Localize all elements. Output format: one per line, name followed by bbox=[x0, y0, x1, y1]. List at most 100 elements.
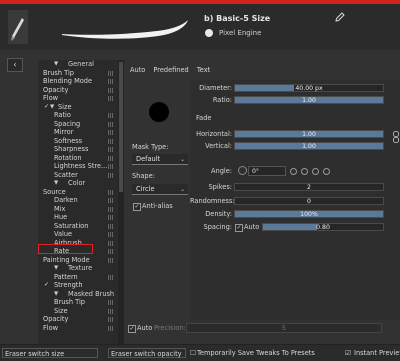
tree-item-label: Strength bbox=[54, 281, 83, 289]
tree-item-label: Texture bbox=[68, 264, 93, 272]
curve-indicator-icon bbox=[108, 198, 114, 203]
spacing-auto-checkbox[interactable]: ✓ bbox=[235, 224, 243, 232]
spikes-value: 2 bbox=[307, 184, 311, 191]
anti-alias-checkbox[interactable]: ✓ bbox=[133, 203, 141, 211]
curve-indicator-icon bbox=[108, 130, 114, 135]
ratio-label: Ratio: bbox=[212, 96, 232, 104]
preset-name[interactable]: b) Basic-5 Size bbox=[204, 14, 270, 23]
angle-dial[interactable] bbox=[238, 166, 247, 175]
curve-indicator-icon bbox=[108, 147, 114, 152]
horizontal-value: 1.00 bbox=[302, 131, 316, 138]
rotate-ccw-icon[interactable] bbox=[290, 168, 297, 175]
tree-item-label: Brush Tip bbox=[43, 68, 74, 77]
flip-icon[interactable] bbox=[312, 168, 319, 175]
eraser-switch-size-toggle[interactable]: Eraser switch size bbox=[2, 348, 98, 358]
curve-indicator-icon bbox=[108, 223, 114, 229]
expand-arrow-icon[interactable]: ▼ bbox=[54, 60, 58, 69]
precision-slider[interactable]: 5 bbox=[186, 323, 382, 333]
mask-type-select[interactable]: Default ⌄ bbox=[132, 154, 188, 165]
brush-stroke-preview bbox=[62, 20, 188, 39]
tree-scrollbar-thumb[interactable] bbox=[119, 62, 123, 192]
diameter-slider[interactable]: 40.00 px bbox=[234, 84, 384, 92]
curve-indicator-icon bbox=[108, 155, 114, 161]
ratio-value: 1.00 bbox=[302, 97, 316, 104]
diameter-label: Diameter: bbox=[199, 84, 232, 92]
brush-dab-preview bbox=[149, 102, 169, 122]
spacing-slider[interactable]: 0.80 bbox=[262, 223, 384, 231]
pencil-icon[interactable] bbox=[334, 11, 346, 23]
tree-item-label: Opacity bbox=[43, 85, 69, 94]
fade-label: Fade bbox=[196, 114, 212, 122]
expand-arrow-icon[interactable]: ▼ bbox=[54, 264, 58, 273]
tree-item-label: Darken bbox=[54, 196, 78, 204]
tree-scrollbar[interactable] bbox=[118, 60, 124, 360]
curve-indicator-icon bbox=[108, 308, 114, 314]
precision-value: 5 bbox=[282, 325, 286, 332]
eraser-switch-opacity-toggle[interactable]: Eraser switch opacity bbox=[108, 348, 186, 358]
tree-item-label: Spacing bbox=[54, 119, 81, 128]
chain-link-icon[interactable] bbox=[393, 131, 399, 143]
preset-header: b) Basic-5 Size Pixel Engine bbox=[0, 4, 400, 50]
curve-indicator-icon bbox=[108, 121, 114, 127]
shape-value: Circle bbox=[136, 185, 155, 193]
vertical-value: 1.00 bbox=[302, 143, 316, 150]
tree-item-label: Scatter bbox=[54, 170, 78, 179]
checkmark-icon[interactable]: ✓ bbox=[44, 281, 49, 290]
vertical-label: Vertical: bbox=[205, 142, 232, 150]
rotate-cw-icon[interactable] bbox=[301, 168, 308, 175]
shape-select[interactable]: Circle ⌄ bbox=[132, 184, 188, 195]
spikes-slider[interactable]: 2 bbox=[234, 183, 384, 191]
spikes-label: Spikes: bbox=[208, 183, 233, 191]
tree-item-label: Masked Brush bbox=[68, 289, 115, 298]
density-slider[interactable]: 100% bbox=[234, 210, 384, 218]
ratio-slider[interactable]: 1.00 bbox=[234, 96, 384, 104]
tab-auto[interactable]: Auto bbox=[130, 66, 145, 74]
tree-item-label: Flow bbox=[43, 94, 59, 102]
curve-indicator-icon bbox=[108, 257, 114, 263]
tree-item-label: General bbox=[68, 60, 94, 68]
mask-type-label: Mask Type: bbox=[132, 143, 169, 151]
tree-item-label: Mirror bbox=[54, 128, 74, 136]
spacing-label: Spacing: bbox=[203, 223, 232, 231]
precision-auto-checkbox[interactable]: ✓ bbox=[128, 325, 136, 333]
curve-indicator-icon bbox=[108, 189, 114, 195]
curve-indicator-icon bbox=[108, 206, 114, 212]
tab-text[interactable]: Text bbox=[197, 66, 210, 74]
density-value: 100% bbox=[300, 211, 318, 218]
bottom-toolbar: Eraser switch size Eraser switch opacity… bbox=[0, 344, 400, 361]
tree-item-label: Opacity bbox=[43, 315, 69, 323]
randomness-slider[interactable]: 0 bbox=[234, 197, 384, 205]
tree-item-label: Painting Mode bbox=[43, 255, 90, 264]
angle-label: Angle: bbox=[211, 167, 232, 175]
curve-indicator-icon bbox=[108, 300, 114, 305]
tree-item-label: Size bbox=[54, 306, 68, 315]
tree-item-label: Flow bbox=[43, 323, 59, 332]
tip-tabs: Auto Predefined Text bbox=[130, 66, 216, 74]
collapse-panel-button[interactable]: ‹ bbox=[7, 58, 23, 72]
spacing-auto-label: Auto bbox=[244, 223, 260, 231]
tree-item-label: Pattern bbox=[54, 272, 78, 281]
expand-arrow-icon[interactable]: ▼ bbox=[50, 103, 54, 112]
horizontal-slider[interactable]: 1.00 bbox=[234, 130, 384, 138]
curve-indicator-icon bbox=[108, 164, 114, 169]
curve-indicator-icon bbox=[108, 325, 114, 331]
tree-item-label: Blending Mode bbox=[43, 77, 93, 85]
engine-icon bbox=[205, 29, 213, 37]
curve-indicator-icon bbox=[108, 113, 114, 118]
preset-thumbnail-icon[interactable] bbox=[8, 10, 28, 44]
expand-arrow-icon[interactable]: ▼ bbox=[54, 290, 58, 299]
angle-input[interactable]: 0° bbox=[248, 166, 286, 176]
vertical-slider[interactable]: 1.00 bbox=[234, 142, 384, 150]
tree-item-label: Value bbox=[54, 230, 73, 238]
brush-option-tree: ▼ General Brush Tip Blending Mode Opacity Flo… bbox=[38, 60, 118, 360]
temp-save-label: Temporarily Save Tweaks To Presets bbox=[197, 349, 315, 357]
chevron-down-icon: ⌄ bbox=[179, 186, 185, 193]
curve-indicator-icon bbox=[108, 138, 114, 144]
precision-row: ✓ Auto Precision: 5 bbox=[126, 323, 394, 333]
reset-angle-icon[interactable] bbox=[323, 168, 330, 175]
tree-item-label: Color bbox=[68, 179, 86, 187]
density-label: Density: bbox=[205, 210, 232, 218]
expand-arrow-icon[interactable]: ▼ bbox=[54, 179, 58, 188]
tab-predefined[interactable]: Predefined bbox=[153, 66, 188, 74]
checkmark-icon[interactable]: ✓ bbox=[44, 103, 49, 112]
